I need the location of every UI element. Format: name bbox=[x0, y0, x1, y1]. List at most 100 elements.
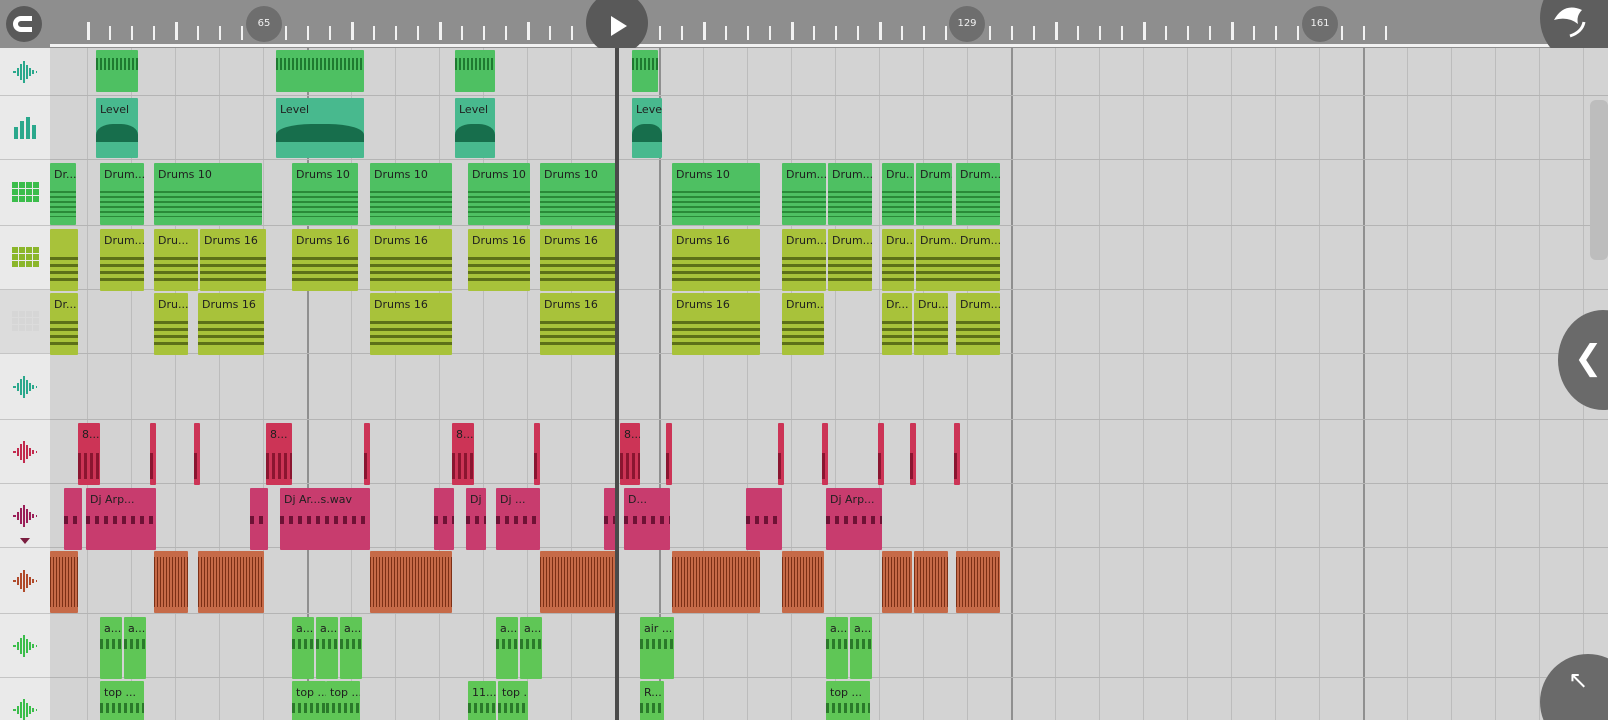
clip[interactable]: Dj Arp... bbox=[86, 488, 156, 550]
clip[interactable]: Drum... bbox=[828, 163, 872, 225]
clip[interactable] bbox=[782, 551, 824, 613]
snap-toggle-button[interactable] bbox=[6, 6, 42, 42]
arrangement-grid[interactable]: Level Level Level Level Dr... Drum... Drums 10… bbox=[50, 48, 1608, 720]
clip[interactable]: a... bbox=[520, 617, 542, 679]
track-header[interactable] bbox=[0, 614, 50, 678]
clip[interactable]: Drums 10 bbox=[540, 163, 616, 225]
clip[interactable] bbox=[198, 551, 264, 613]
clip[interactable]: Dj Arp... bbox=[826, 488, 882, 550]
clip[interactable]: Dru... bbox=[914, 293, 948, 355]
clip[interactable]: Dru... bbox=[154, 229, 198, 291]
clip[interactable]: 8... bbox=[78, 423, 100, 485]
clip[interactable] bbox=[154, 551, 188, 613]
clip[interactable] bbox=[250, 488, 268, 550]
clip[interactable] bbox=[150, 423, 156, 485]
playhead-cursor[interactable] bbox=[615, 48, 619, 720]
clip[interactable]: Drums 10 bbox=[292, 163, 358, 225]
clip[interactable]: Level bbox=[632, 98, 662, 158]
clip[interactable]: Drum... bbox=[782, 293, 824, 355]
timeline-ruler-bar[interactable]: 65 129 161 bbox=[0, 0, 1608, 66]
clip[interactable]: 8... bbox=[452, 423, 474, 485]
clip[interactable]: top ... bbox=[292, 681, 326, 720]
clip[interactable]: Dj ... bbox=[466, 488, 486, 550]
clip[interactable] bbox=[370, 551, 452, 613]
track-header[interactable] bbox=[0, 420, 50, 484]
track-header[interactable] bbox=[0, 290, 50, 354]
clip[interactable]: Dru... bbox=[882, 229, 914, 291]
clip[interactable]: a... bbox=[292, 617, 314, 679]
track-header[interactable] bbox=[0, 548, 50, 614]
clip[interactable]: Drums 16 bbox=[292, 229, 358, 291]
clip[interactable] bbox=[434, 488, 454, 550]
clip[interactable] bbox=[954, 423, 960, 485]
clip[interactable]: Level bbox=[455, 98, 495, 158]
track-expand-caret-icon[interactable] bbox=[20, 538, 30, 544]
track-header[interactable] bbox=[0, 48, 50, 96]
clip[interactable]: Drums 16 bbox=[370, 229, 452, 291]
clip[interactable]: a... bbox=[124, 617, 146, 679]
clip[interactable]: a... bbox=[850, 617, 872, 679]
clip[interactable] bbox=[364, 423, 370, 485]
clip[interactable]: R... bbox=[640, 681, 664, 720]
clip[interactable]: Drums 16 bbox=[540, 229, 616, 291]
clip[interactable] bbox=[910, 423, 916, 485]
clip[interactable]: Drum... bbox=[782, 163, 826, 225]
clip[interactable]: Drums 16 bbox=[672, 229, 760, 291]
clip[interactable]: Drums 16 bbox=[200, 229, 266, 291]
track-header[interactable] bbox=[0, 160, 50, 226]
clip[interactable]: a... bbox=[316, 617, 338, 679]
clip[interactable] bbox=[746, 488, 782, 550]
clip[interactable]: Dr... bbox=[882, 293, 912, 355]
clip[interactable]: Drums 10 bbox=[468, 163, 530, 225]
clip[interactable]: Level bbox=[276, 98, 364, 158]
clip[interactable] bbox=[672, 551, 760, 613]
clip[interactable] bbox=[540, 551, 616, 613]
clip[interactable]: Drum... bbox=[956, 229, 1000, 291]
clip[interactable]: 8... bbox=[266, 423, 292, 485]
clip[interactable]: Dru... bbox=[154, 293, 188, 355]
clip[interactable]: Drums 10 bbox=[154, 163, 262, 225]
clip[interactable]: Drums 16 bbox=[540, 293, 616, 355]
clip[interactable] bbox=[534, 423, 540, 485]
clip[interactable]: Drum... bbox=[100, 229, 144, 291]
clip[interactable] bbox=[882, 551, 912, 613]
clip[interactable] bbox=[956, 551, 1000, 613]
track-header[interactable] bbox=[0, 226, 50, 290]
clip[interactable]: Drum... bbox=[828, 229, 872, 291]
clip[interactable] bbox=[666, 423, 672, 485]
clip[interactable] bbox=[632, 50, 658, 92]
clip[interactable]: a... bbox=[340, 617, 362, 679]
clip[interactable] bbox=[878, 423, 884, 485]
clip[interactable]: 11... bbox=[468, 681, 496, 720]
clip[interactable]: top ... bbox=[498, 681, 528, 720]
clip[interactable] bbox=[64, 488, 82, 550]
clip[interactable] bbox=[455, 50, 495, 92]
clip[interactable]: Drum... bbox=[782, 229, 826, 291]
clip[interactable]: a... bbox=[100, 617, 122, 679]
clip[interactable]: Dj Ar...s.wav bbox=[280, 488, 370, 550]
clip[interactable] bbox=[914, 551, 948, 613]
clip[interactable]: Drum... bbox=[916, 163, 952, 225]
bar-marker-65[interactable]: 65 bbox=[246, 6, 282, 42]
clip[interactable]: Drums 16 bbox=[198, 293, 264, 355]
clip[interactable]: a... bbox=[826, 617, 848, 679]
clip[interactable]: Drum... bbox=[956, 163, 1000, 225]
clip[interactable]: 8... bbox=[620, 423, 640, 485]
clip[interactable]: Drums 10 bbox=[672, 163, 760, 225]
track-header[interactable] bbox=[0, 96, 50, 160]
clip[interactable]: D... bbox=[624, 488, 670, 550]
clip[interactable]: Drums 16 bbox=[370, 293, 452, 355]
clip[interactable]: top ... bbox=[326, 681, 360, 720]
clip[interactable]: Drums 16 bbox=[468, 229, 530, 291]
clip[interactable]: Drum... bbox=[100, 163, 144, 225]
clip[interactable]: air ... bbox=[640, 617, 674, 679]
track-header[interactable] bbox=[0, 678, 50, 720]
vertical-scrollbar[interactable] bbox=[1590, 100, 1608, 260]
bar-marker-161[interactable]: 161 bbox=[1302, 6, 1338, 42]
clip[interactable]: Drums 10 bbox=[370, 163, 452, 225]
clip[interactable] bbox=[822, 423, 828, 485]
bar-marker-129[interactable]: 129 bbox=[949, 6, 985, 42]
clip[interactable]: Drum... bbox=[956, 293, 1000, 355]
clip[interactable]: Dj ... bbox=[496, 488, 540, 550]
clip[interactable] bbox=[50, 551, 78, 613]
